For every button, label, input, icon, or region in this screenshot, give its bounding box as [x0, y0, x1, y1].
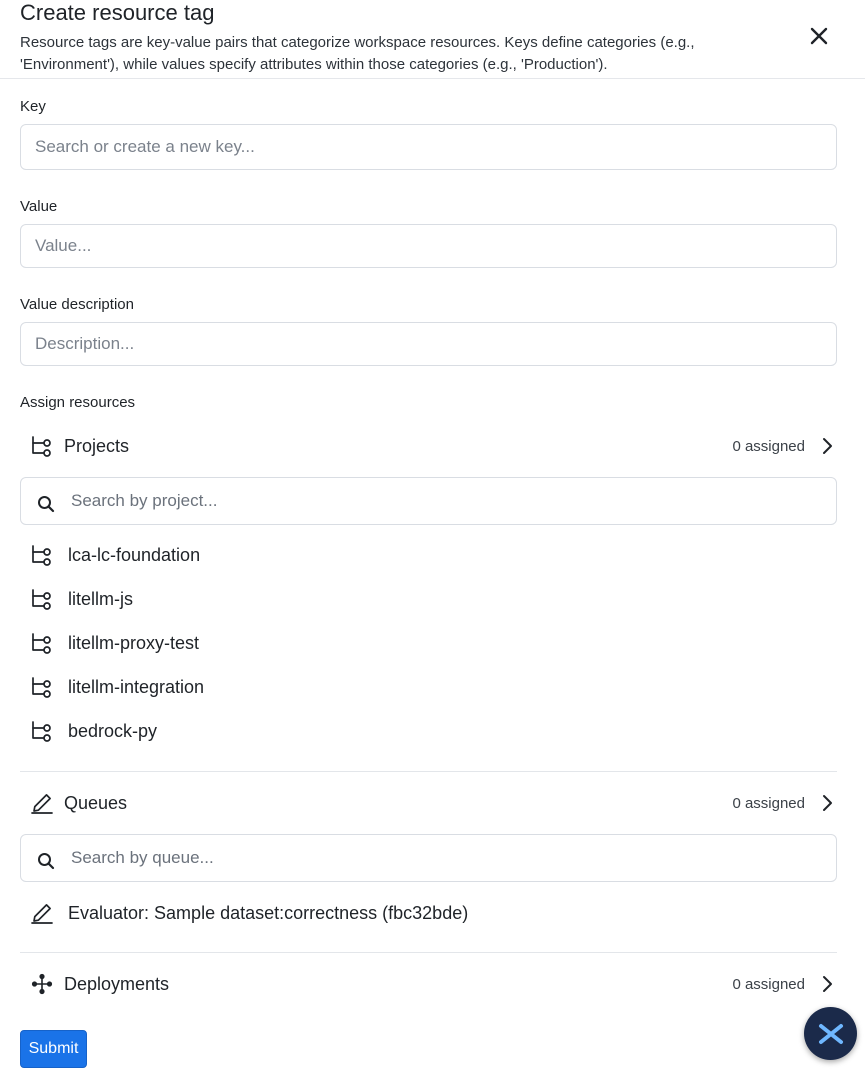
- search-icon: [21, 846, 71, 870]
- assign-resources-label: Assign resources: [20, 394, 136, 411]
- value-label: Value: [20, 198, 58, 215]
- project-icon: [20, 675, 68, 699]
- project-list-item[interactable]: litellm-proxy-test: [20, 623, 837, 663]
- close-icon: [810, 27, 828, 45]
- project-list-item[interactable]: litellm-js: [20, 579, 837, 619]
- section-divider: [20, 952, 837, 953]
- submit-button[interactable]: Submit: [20, 1030, 87, 1068]
- page-title: Create resource tag: [20, 0, 215, 25]
- queue-list-item[interactable]: Evaluator: Sample dataset:correctness (f…: [20, 893, 837, 933]
- project-list-item[interactable]: lca-lc-foundation: [20, 535, 837, 575]
- chat-logo-icon: [818, 1023, 843, 1044]
- pencil-icon: [20, 791, 64, 815]
- key-label: Key: [20, 98, 46, 115]
- deployments-section-toggle[interactable]: Deployments 0 assigned: [20, 964, 837, 1004]
- projects-section-label: Projects: [64, 435, 130, 456]
- chat-support-button[interactable]: [804, 1007, 857, 1060]
- value-input[interactable]: [20, 224, 837, 268]
- project-search: [20, 477, 837, 525]
- chevron-right-icon: [817, 437, 837, 455]
- project-search-input[interactable]: [71, 491, 836, 511]
- projects-assigned-count: 0 assigned: [732, 437, 805, 455]
- value-description-label: Value description: [20, 296, 134, 313]
- queues-section-label: Queues: [64, 792, 128, 813]
- queue-search: [20, 834, 837, 882]
- project-icon: [20, 543, 68, 567]
- queues-assigned-count: 0 assigned: [732, 794, 805, 812]
- project-icon: [20, 631, 68, 655]
- project-name: litellm-integration: [68, 676, 205, 697]
- project-name: lca-lc-foundation: [68, 544, 201, 565]
- key-input[interactable]: [20, 124, 837, 170]
- project-icon: [20, 434, 64, 458]
- project-name: bedrock-py: [68, 720, 158, 741]
- project-name: litellm-js: [68, 588, 133, 609]
- page-subtitle: Resource tags are key-value pairs that c…: [20, 34, 695, 73]
- queues-section-toggle[interactable]: Queues 0 assigned: [20, 783, 837, 823]
- project-icon: [20, 587, 68, 611]
- project-icon: [20, 719, 68, 743]
- queue-search-input[interactable]: [71, 848, 836, 868]
- chevron-right-icon: [817, 975, 837, 993]
- deployments-section-label: Deployments: [64, 973, 170, 994]
- project-name: litellm-proxy-test: [68, 632, 200, 653]
- close-button[interactable]: [805, 22, 833, 50]
- dialog-header: Create resource tag Resource tags are ke…: [0, 0, 865, 79]
- section-divider: [20, 771, 837, 772]
- value-description-input[interactable]: [20, 322, 837, 366]
- deployment-icon: [20, 972, 64, 996]
- project-list-item[interactable]: litellm-integration: [20, 667, 837, 707]
- search-icon: [21, 489, 71, 513]
- chevron-right-icon: [817, 794, 837, 812]
- projects-section-toggle[interactable]: Projects 0 assigned: [20, 426, 837, 466]
- deployments-assigned-count: 0 assigned: [732, 975, 805, 993]
- pencil-icon: [20, 901, 68, 925]
- queue-name: Evaluator: Sample dataset:correctness (f…: [68, 902, 469, 923]
- project-list-item[interactable]: bedrock-py: [20, 711, 837, 751]
